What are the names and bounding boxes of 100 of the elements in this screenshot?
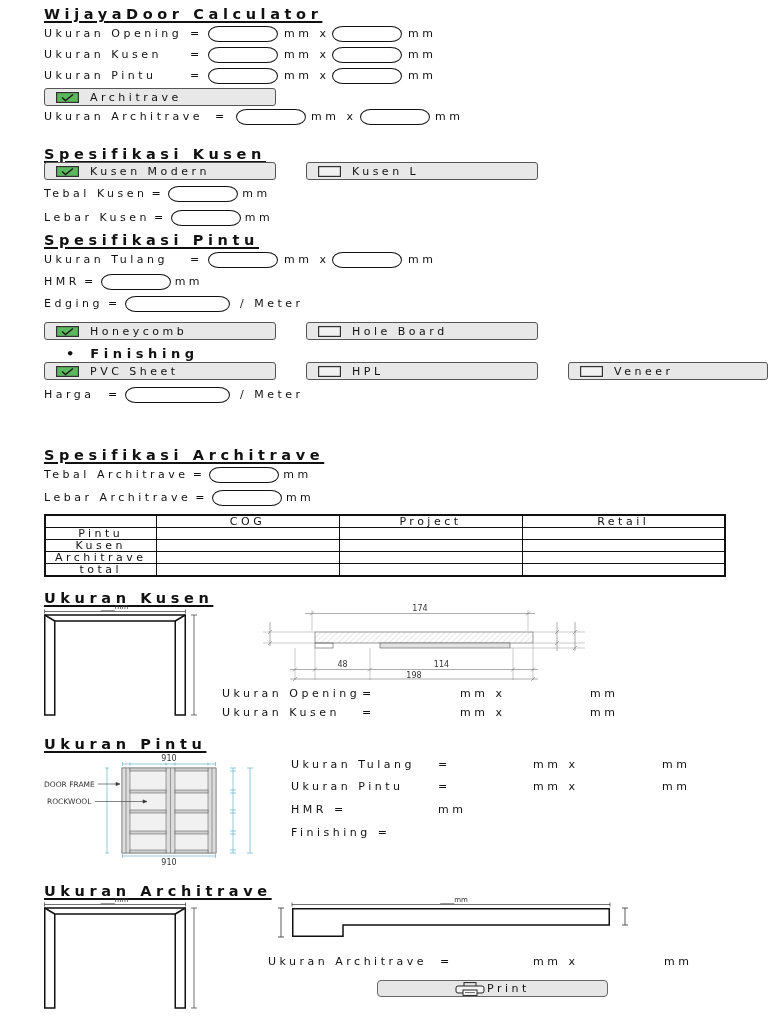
option-toggle[interactable]: Honeycomb [44, 322, 276, 340]
option-toggle[interactable]: HPL [306, 362, 538, 380]
bullet-point: • [66, 345, 75, 361]
field-label: Lebar Architrave [44, 491, 192, 504]
column-header: COG [156, 515, 339, 528]
input-field[interactable] [125, 386, 230, 403]
unit-label: mm x [311, 110, 358, 123]
unit-label: mm x [284, 253, 331, 266]
dimension-label: 910 [161, 857, 177, 865]
unit-label: mm [590, 706, 619, 719]
field-label: Tebal Kusen [44, 187, 148, 200]
equals-sign: = [438, 780, 452, 794]
input-field[interactable] [208, 25, 278, 42]
section-heading: Spesifikasi Architrave [44, 447, 325, 463]
field-label: Ukuran Pintu [44, 69, 158, 82]
dimension-label: 174 [412, 604, 428, 613]
unit-label: mm x [533, 780, 580, 794]
input-field[interactable] [168, 185, 239, 202]
checkbox[interactable] [318, 325, 341, 337]
unit-label: mm x [284, 69, 331, 82]
option-toggle[interactable]: Kusen L [306, 162, 538, 180]
input-field[interactable] [332, 67, 402, 84]
equals-sign: = [190, 48, 204, 61]
input-field[interactable] [236, 108, 306, 125]
option-toggle[interactable]: Kusen Modern [44, 162, 276, 180]
checkbox[interactable] [318, 165, 341, 177]
equals-sign: = [440, 954, 454, 968]
input-field[interactable] [170, 209, 241, 226]
input-field[interactable] [208, 46, 278, 63]
unit-label: mm x [460, 706, 507, 719]
input-field[interactable] [208, 251, 278, 268]
unit-label: mm [408, 69, 437, 82]
input-field[interactable] [332, 25, 402, 42]
equals-sign: = [151, 187, 165, 200]
checkbox[interactable] [318, 365, 341, 377]
summary-label: HMR = [291, 803, 348, 816]
option-toggle[interactable]: Hole Board [306, 322, 538, 340]
equals-sign: = [190, 27, 204, 40]
equals-sign: = [215, 110, 229, 123]
equals-sign: = [195, 491, 208, 504]
field-label: Harga [44, 388, 96, 401]
dimension-line [277, 907, 285, 938]
field-label: Edging [44, 297, 104, 310]
leader-arrow [97, 782, 121, 786]
section-heading: Ukuran Architrave [44, 883, 272, 899]
page-title: WijayaDoor Calculator [44, 5, 323, 23]
row-header: Kusen [45, 539, 156, 552]
unit-label: mm x [533, 954, 580, 968]
section-heading: Ukuran Kusen [44, 590, 214, 606]
subsection-heading: Finishing [90, 345, 199, 361]
unit-label: mm [664, 954, 693, 968]
unit-label: mm [408, 48, 437, 61]
input-field[interactable] [360, 108, 430, 125]
field-label: Tebal Architrave [44, 468, 189, 481]
dimension-line [621, 907, 629, 926]
print-button[interactable]: Print [377, 980, 608, 997]
equals-sign: = [362, 687, 376, 700]
unit-label: mm [174, 275, 204, 288]
option-toggle[interactable]: Veneer [568, 362, 768, 380]
input-field[interactable] [332, 251, 402, 268]
equals-sign: = [362, 706, 376, 719]
checkbox[interactable] [580, 365, 603, 377]
checkbox[interactable] [56, 91, 79, 103]
input-field[interactable] [211, 489, 282, 506]
unit-label: mm [438, 803, 467, 816]
unit-label: mm [408, 253, 437, 266]
input-field[interactable] [332, 46, 402, 63]
equals-sign: = [192, 468, 206, 481]
field-label: HMR [44, 275, 80, 288]
option-toggle[interactable]: PVC Sheet [44, 362, 276, 380]
dimension-label: 910 [161, 754, 177, 763]
equals-sign: = [154, 211, 167, 224]
unit-label: mm x [284, 27, 331, 40]
equals-sign: = [190, 253, 204, 266]
leader-arrow [94, 799, 148, 804]
unit-label: mm [662, 780, 691, 794]
unit-label: mm [244, 211, 274, 224]
input-field[interactable] [209, 466, 280, 483]
input-field[interactable] [208, 67, 278, 84]
unit-label: / Meter [240, 388, 304, 401]
dimension-label: 114 [433, 660, 450, 669]
checkbox[interactable] [56, 165, 79, 177]
equals-sign: = [108, 388, 122, 401]
field-label: Lebar Kusen [44, 211, 151, 224]
unit-label: mm [662, 757, 691, 771]
unit-label: mm [242, 187, 271, 200]
option-toggle[interactable]: Architrave [44, 88, 276, 106]
input-field[interactable] [100, 273, 171, 290]
input-field[interactable] [125, 295, 230, 312]
section-heading: Spesifikasi Pintu [44, 232, 259, 248]
field-label: Ukuran Architrave [44, 110, 205, 123]
field-label: Ukuran Kusen [44, 48, 163, 61]
checkbox[interactable] [56, 365, 79, 377]
section-heading: Spesifikasi Kusen [44, 146, 266, 162]
checkbox[interactable] [56, 325, 79, 337]
unit-label: mm [590, 687, 619, 700]
summary-label: Ukuran Kusen [222, 706, 341, 719]
equals-sign: = [438, 757, 452, 771]
column-header: Project [339, 515, 522, 528]
equals-sign: = [190, 69, 204, 82]
